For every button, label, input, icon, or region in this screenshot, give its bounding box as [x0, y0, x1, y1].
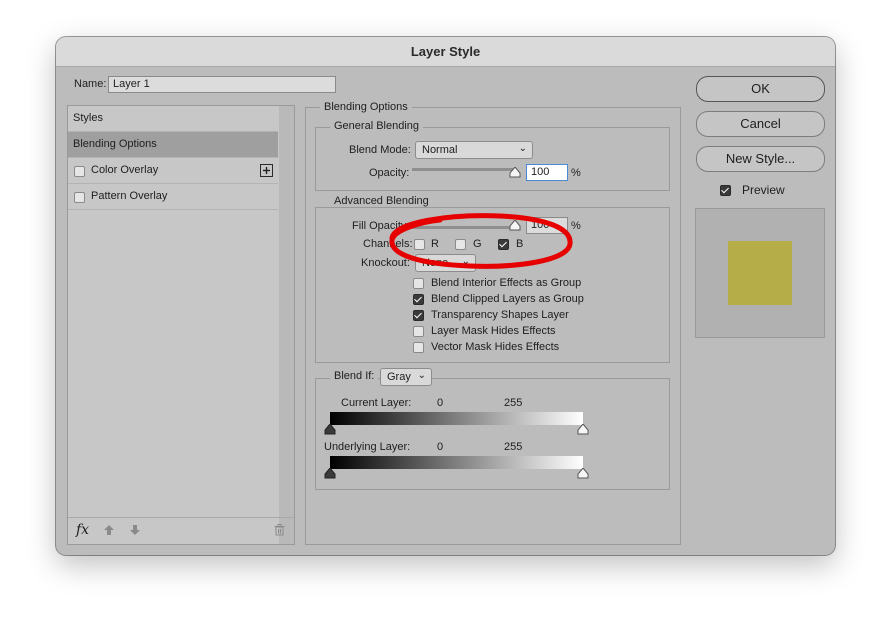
red-annotation-ellipse [389, 213, 573, 269]
